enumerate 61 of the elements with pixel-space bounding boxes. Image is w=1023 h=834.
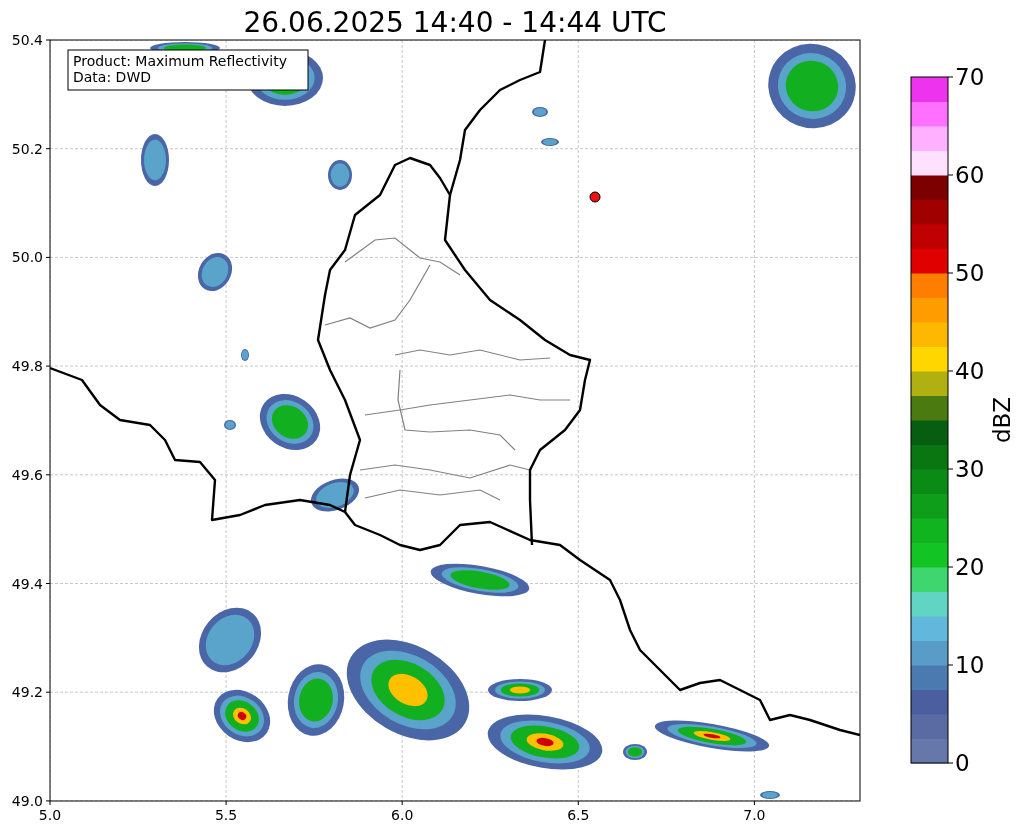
axis-tick-label: 49.0: [11, 792, 43, 809]
radar-echo: [532, 107, 548, 117]
colorbar-tick-label: 0: [955, 750, 970, 776]
y-axis-tick: [45, 256, 51, 258]
axis-tick-label: 49.2: [11, 684, 43, 701]
axis-tick-label: 7.0: [743, 807, 766, 823]
axis-tick-label: 6.0: [391, 807, 414, 823]
axis-tick-label: 5.0: [38, 807, 62, 823]
info-text: Data: DWD: [73, 69, 151, 85]
radar-echo: [197, 252, 233, 292]
colorbar-tick-label: 50: [955, 260, 985, 286]
location-marker: [589, 191, 601, 203]
y-axis-tick: [45, 39, 51, 41]
radar-echo: [760, 791, 780, 799]
axis-tick-label: 6.5: [567, 807, 590, 823]
colorbar-tick-label: 20: [955, 554, 985, 580]
radar-echo: [488, 679, 552, 701]
y-axis-tick: [45, 583, 51, 584]
colorbar-tick-label: 30: [955, 456, 985, 482]
colorbar-tick: [947, 468, 954, 470]
x-axis-tick: [49, 800, 51, 806]
colorbar-tick-label: 70: [955, 64, 985, 90]
radar-echo: [224, 420, 236, 430]
radar-echo: [213, 689, 271, 743]
axis-tick-label: 50.4: [11, 32, 43, 48]
colorbar-tick: [947, 762, 954, 764]
axis-tick-label: 5.5: [214, 807, 238, 823]
colorbar-tick: [947, 76, 954, 78]
radar-echo: [241, 349, 249, 361]
radar-echo: [198, 607, 262, 673]
y-axis-tick: [45, 691, 51, 693]
axis-tick-label: 49.8: [11, 358, 43, 375]
colorbar-tick: [947, 664, 954, 666]
y-axis-tick: [45, 800, 51, 802]
axis-tick-label: 50.2: [11, 140, 43, 157]
radar-echo: [328, 160, 352, 190]
plot-title: 26.06.2025 14:40 - 14:44 UTC: [243, 6, 667, 39]
colorbar-tick: [947, 272, 954, 274]
radar-echo: [259, 393, 321, 451]
y-axis-tick: [45, 474, 51, 476]
colorbar-label: dBZ: [989, 396, 1015, 444]
colorbar-tick: [947, 174, 954, 176]
colorbar-tick: [947, 370, 954, 372]
y-axis-tick: [45, 148, 51, 150]
radar-echo: [141, 134, 169, 186]
axis-tick-label: 49.6: [11, 466, 43, 483]
colorbar-tick-label: 60: [955, 162, 985, 188]
radar-echo: [623, 744, 647, 760]
y-axis-tick: [45, 365, 51, 367]
info-text: Product: Maximum Reflectivity: [73, 53, 287, 69]
colorbar-tick: [947, 566, 954, 568]
colorbar-tick-label: 40: [955, 358, 985, 384]
x-axis-tick: [401, 800, 403, 806]
colorbar-tick-label: 10: [955, 652, 985, 678]
x-axis-tick: [753, 800, 755, 806]
radar-echo: [311, 478, 359, 512]
axis-tick-label: 50.0: [11, 249, 43, 266]
x-axis-tick: [577, 800, 579, 806]
x-axis-tick: [225, 800, 227, 806]
radar-echo: [541, 138, 559, 146]
axis-tick-label: 49.4: [11, 575, 43, 592]
